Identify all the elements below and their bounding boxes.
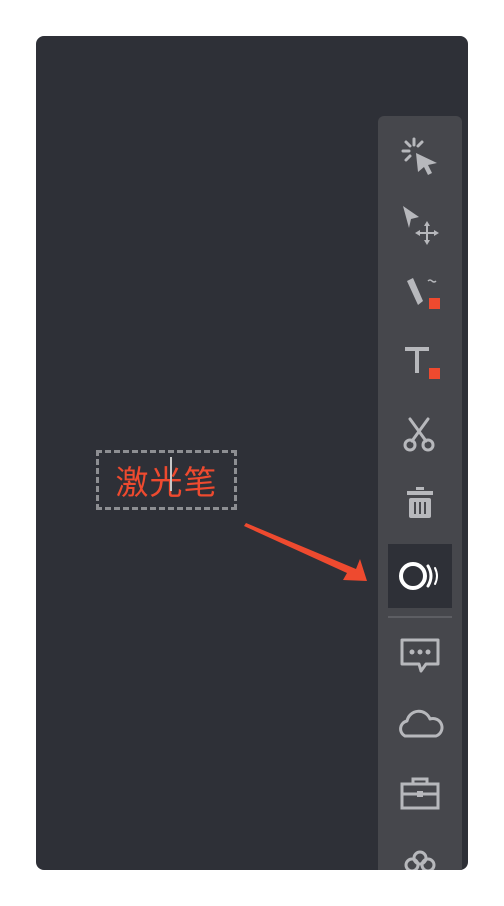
- canvas-window: 激光笔: [36, 36, 468, 870]
- chat-bubble-icon: [400, 638, 440, 673]
- trash-icon: [407, 487, 433, 518]
- move-tool[interactable]: [388, 192, 452, 256]
- text-icon: [405, 347, 440, 379]
- pen-icon: [407, 278, 440, 309]
- red-badge-icon: [429, 298, 440, 309]
- laser-pointer-tool[interactable]: [388, 544, 452, 608]
- laser-select-tool[interactable]: [388, 124, 452, 188]
- scissors-icon: [403, 417, 435, 452]
- toolbar-divider: [388, 616, 452, 618]
- more-tool[interactable]: [388, 832, 452, 870]
- sparkle-cursor-icon: [401, 137, 437, 175]
- flower-icon: [404, 850, 436, 870]
- laser-pointer-icon: [399, 562, 438, 590]
- cloud-icon: [399, 709, 444, 738]
- red-badge-icon: [429, 368, 440, 379]
- comment-tool[interactable]: [388, 624, 452, 688]
- cloud-tool[interactable]: [388, 694, 452, 758]
- move-cursor-icon: [403, 206, 439, 245]
- delete-tool[interactable]: [388, 472, 452, 536]
- text-tool[interactable]: [388, 332, 452, 396]
- toolbox-tool[interactable]: [388, 762, 452, 826]
- toolbox-icon: [400, 777, 440, 810]
- tool-sidebar: [378, 116, 462, 870]
- cut-tool[interactable]: [388, 402, 452, 466]
- pen-tool[interactable]: [388, 262, 452, 326]
